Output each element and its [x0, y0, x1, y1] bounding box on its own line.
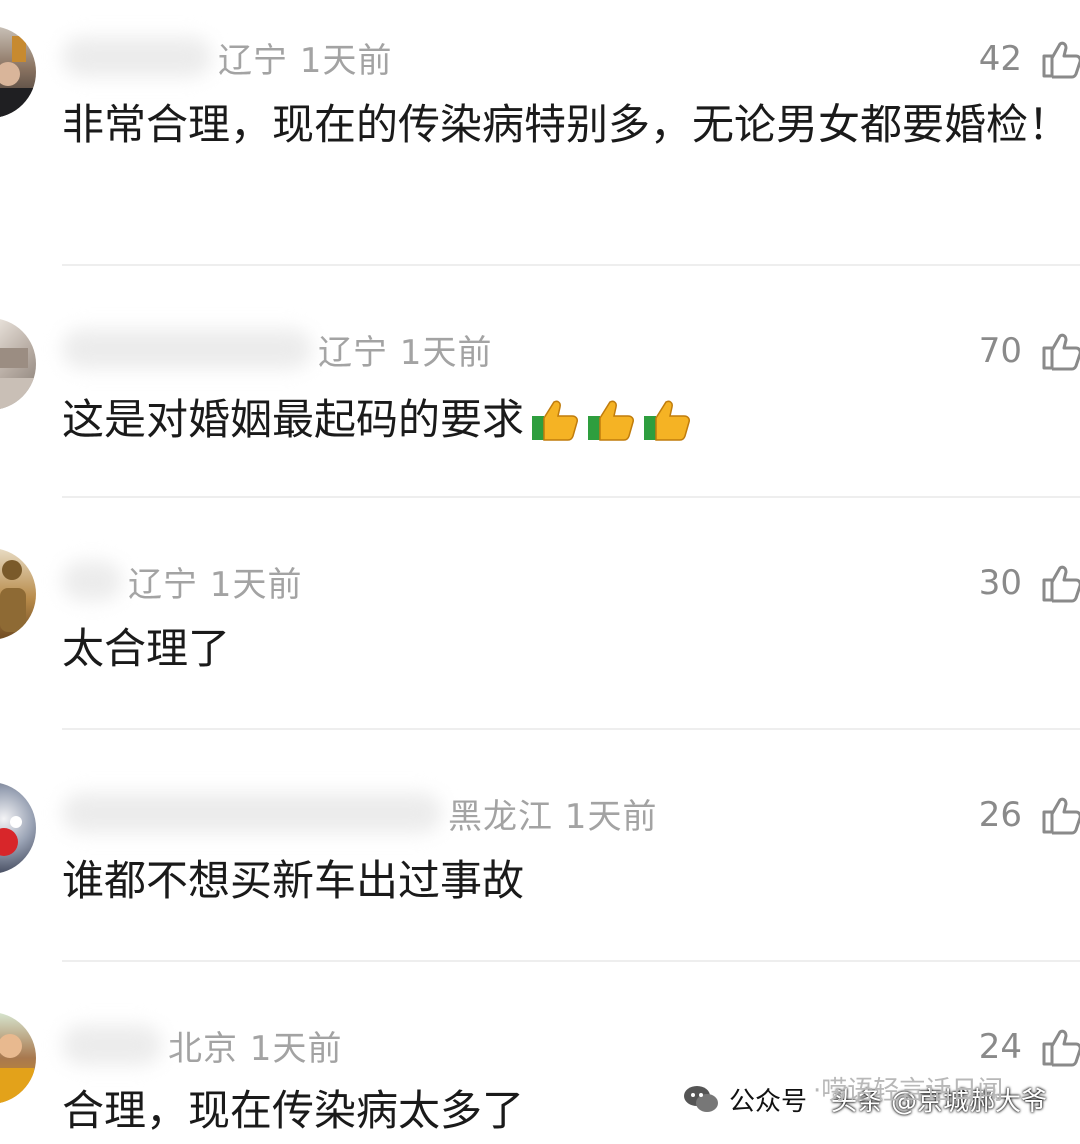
divider — [62, 960, 1080, 962]
region-time: 辽宁 1天前 — [218, 40, 393, 81]
comment-meta: 黑龙江 1天前 — [62, 788, 657, 838]
comment-meta: 北京 1天前 — [62, 1020, 342, 1070]
thumbs-up-emoji-icon — [528, 394, 580, 446]
comment-text: 太合理了 — [62, 624, 231, 673]
thumbs-up-outline-icon — [1040, 794, 1080, 836]
wechat-icon — [683, 1084, 719, 1114]
thumbs-up-outline-icon — [1040, 330, 1080, 372]
thumbs-up-outline-icon — [1040, 38, 1080, 80]
comment-meta: 辽宁 1天前 — [62, 32, 392, 82]
thumbs-up-outline-icon — [1040, 562, 1080, 604]
comment-meta: 辽宁 1天前 — [62, 324, 492, 374]
region-time: 辽宁 1天前 — [128, 564, 303, 605]
comment-text: 这是对婚姻最起码的要求 — [62, 390, 1080, 450]
thumbs-up-emoji-icon — [584, 394, 636, 446]
avatar[interactable] — [0, 1012, 36, 1104]
avatar[interactable] — [0, 782, 36, 874]
region-time: 黑龙江 1天前 — [448, 796, 658, 837]
divider — [62, 728, 1080, 730]
blurred-username — [62, 37, 212, 77]
avatar[interactable] — [0, 548, 36, 640]
comment-text: 非常合理，现在的传染病特别多，无论男女都要婚检！ — [62, 100, 1071, 149]
divider — [62, 496, 1080, 498]
blurred-username — [62, 561, 122, 601]
blurred-username — [62, 1025, 162, 1065]
avatar[interactable] — [0, 318, 36, 410]
watermark-account-faded: ·唠语轻言话日闻 — [813, 1076, 1004, 1106]
like-button[interactable]: 70 — [979, 326, 1080, 376]
region-time: 辽宁 1天前 — [318, 332, 493, 373]
divider — [62, 264, 1080, 266]
like-count: 70 — [978, 331, 1022, 371]
watermark-platform: 公众号 — [729, 1086, 808, 1117]
like-button[interactable]: 26 — [979, 790, 1080, 840]
blurred-username — [62, 329, 312, 369]
like-count: 30 — [978, 563, 1022, 603]
like-button[interactable]: 42 — [979, 34, 1080, 84]
avatar[interactable] — [0, 26, 36, 118]
region-time: 北京 1天前 — [168, 1028, 343, 1069]
watermark: 公众号 ·唠语轻言话日闻 头条 @京城郝大爷 — [683, 1076, 1047, 1122]
like-button[interactable]: 24 — [979, 1022, 1080, 1072]
thumbs-up-outline-icon — [1040, 1026, 1080, 1068]
thumbs-up-emoji-icon — [640, 394, 692, 446]
like-count: 42 — [978, 39, 1022, 79]
comment-text: 谁都不想买新车出过事故 — [62, 856, 525, 905]
blurred-username — [62, 793, 442, 833]
like-count: 26 — [978, 795, 1022, 835]
like-button[interactable]: 30 — [979, 558, 1080, 608]
comment-meta: 辽宁 1天前 — [62, 556, 302, 606]
like-count: 24 — [978, 1027, 1022, 1067]
